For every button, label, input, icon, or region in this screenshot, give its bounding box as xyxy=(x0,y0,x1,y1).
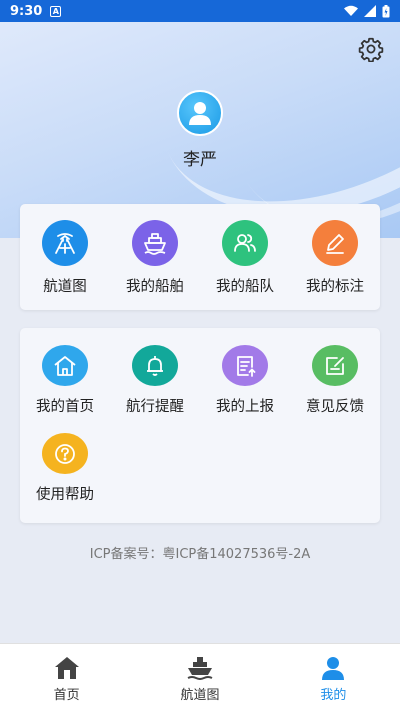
home-icon xyxy=(42,345,88,386)
tab-label: 首页 xyxy=(53,688,80,703)
menu-item-my-annotations[interactable]: 我的标注 xyxy=(290,204,380,310)
home-icon xyxy=(54,657,79,679)
icp-license[interactable]: ICP备案号：粤ICP备14027536号-2A xyxy=(0,543,400,562)
annotate-icon xyxy=(312,220,358,266)
menu-label: 意见反馈 xyxy=(306,399,364,415)
report-icon xyxy=(222,345,268,386)
services-menu-card: 我的首页 航行提醒 我的上报 意见反馈 使用帮助 xyxy=(20,328,380,523)
status-time: 9:30 xyxy=(10,3,43,19)
menu-label: 我的船队 xyxy=(216,279,274,295)
signal-icon xyxy=(364,5,376,17)
feedback-icon xyxy=(312,345,358,386)
menu-item-my-home[interactable]: 我的首页 xyxy=(20,328,110,416)
status-indicators xyxy=(344,4,390,18)
notification-icon: A xyxy=(50,5,62,17)
menu-item-my-reports[interactable]: 我的上报 xyxy=(200,328,290,416)
menu-label: 使用帮助 xyxy=(36,487,94,503)
channel-map-icon xyxy=(42,220,88,266)
fleet-icon xyxy=(222,220,268,266)
bell-icon xyxy=(132,345,178,386)
menu-label: 航道图 xyxy=(43,279,87,295)
person-icon xyxy=(322,657,345,680)
wifi-icon xyxy=(344,5,358,16)
battery-icon xyxy=(382,4,390,17)
menu-label: 我的船舶 xyxy=(126,279,184,295)
menu-item-feedback[interactable]: 意见反馈 xyxy=(290,328,380,416)
quick-menu-card: 航道图 我的船舶 我的船队 我的标注 xyxy=(20,204,380,310)
bottom-navigation: 首页 航道图 我的 xyxy=(0,643,400,712)
menu-label: 我的标注 xyxy=(306,279,364,295)
avatar[interactable] xyxy=(177,90,223,136)
ship-icon xyxy=(132,220,178,266)
tab-mine[interactable]: 我的 xyxy=(267,644,400,712)
ship-icon xyxy=(187,657,213,680)
settings-button[interactable] xyxy=(358,36,384,62)
username: 李严 xyxy=(183,150,217,170)
menu-label: 我的上报 xyxy=(216,399,274,415)
menu-item-my-ships[interactable]: 我的船舶 xyxy=(110,204,200,310)
gear-icon xyxy=(358,37,384,62)
tab-label: 我的 xyxy=(320,688,347,703)
menu-item-my-fleet[interactable]: 我的船队 xyxy=(200,204,290,310)
menu-item-help[interactable]: 使用帮助 xyxy=(20,416,110,504)
menu-label: 我的首页 xyxy=(36,399,94,415)
tab-home[interactable]: 首页 xyxy=(0,644,133,712)
status-bar: 9:30 A xyxy=(0,0,400,22)
help-icon xyxy=(42,433,88,474)
tab-channel-map[interactable]: 航道图 xyxy=(133,644,266,712)
tab-label: 航道图 xyxy=(180,688,220,703)
menu-item-navigation-alerts[interactable]: 航行提醒 xyxy=(110,328,200,416)
menu-label: 航行提醒 xyxy=(126,399,184,415)
person-icon xyxy=(189,102,211,125)
menu-item-channel-map[interactable]: 航道图 xyxy=(20,204,110,310)
